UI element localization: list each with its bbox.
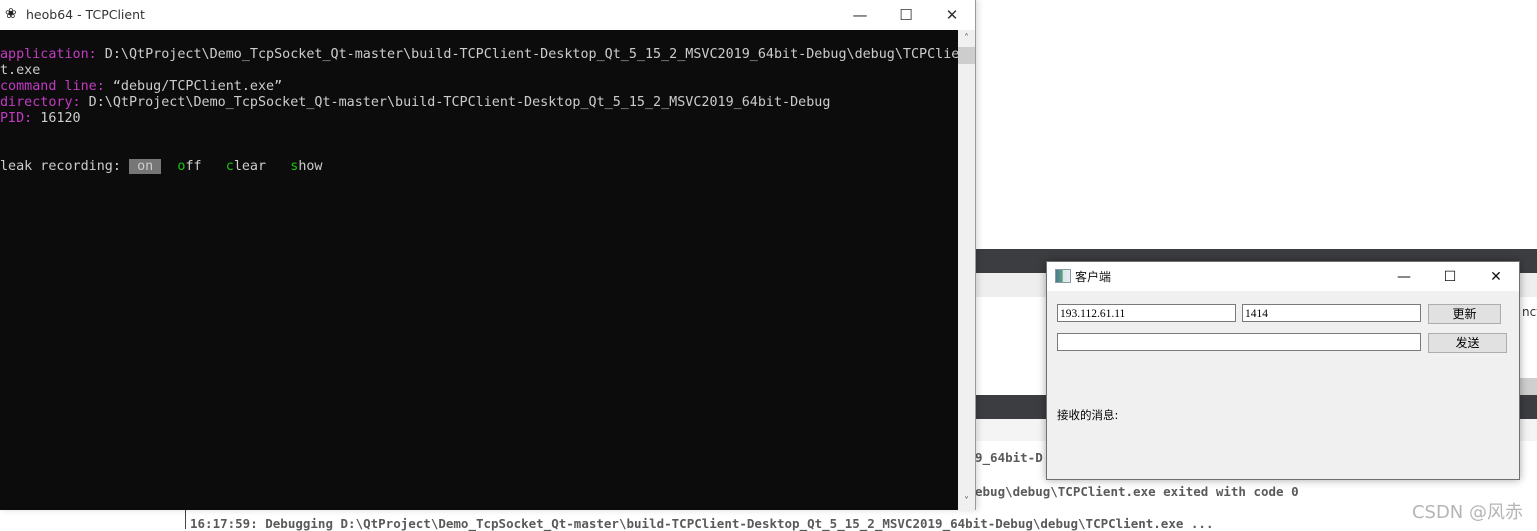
console-output: application: D:\QtProject\Demo_TcpSocket… — [0, 30, 958, 510]
update-button[interactable]: 更新 — [1428, 304, 1501, 324]
close-button[interactable]: ✕ — [929, 0, 975, 30]
client-titlebar[interactable]: 客户端 — ☐ ✕ — [1047, 262, 1519, 291]
client-minimize-button[interactable]: — — [1381, 262, 1427, 291]
leak-option-show[interactable]: show — [290, 159, 322, 174]
maximize-button[interactable]: ☐ — [883, 0, 929, 30]
pid-label: PID: — [0, 111, 33, 126]
ide-editor-area — [975, 0, 1537, 249]
pid-value: 16120 — [32, 111, 81, 126]
client-window: 客户端 — ☐ ✕ 193.112.61.11 1414 更新 发送 接收的消息… — [1046, 261, 1520, 480]
ide-scroll-fragment — [1520, 378, 1537, 395]
directory-value: D:\QtProject\Demo_TcpSocket_Qt-master\bu… — [80, 95, 831, 110]
leak-option-clear[interactable]: clear — [226, 159, 266, 174]
console-window: ❀ heob64 - TCPClient — ☐ ✕ application: … — [0, 0, 976, 510]
leak-option-off[interactable]: off — [177, 159, 201, 174]
received-messages-label: 接收的消息: — [1057, 408, 1119, 422]
application-line-wrap: t.exe — [0, 63, 41, 78]
watermark: CSDN @风赤 — [1411, 502, 1523, 523]
leak-option-on[interactable]: on — [129, 159, 162, 174]
application-line: application: D:\QtProject\Demo_TcpSocket… — [0, 47, 958, 63]
pid-line: PID: 16120 — [0, 111, 81, 127]
command-line-line: command line: “debug/TCPClient.exe” — [0, 79, 282, 95]
scroll-down-icon[interactable]: ˅ — [958, 493, 975, 510]
maximize-icon: ☐ — [1443, 268, 1457, 285]
scroll-up-icon[interactable]: ˄ — [958, 30, 975, 47]
scroll-thumb[interactable] — [958, 47, 975, 64]
app-window-icon — [1055, 269, 1071, 283]
ide-output-divider — [185, 509, 186, 529]
console-titlebar[interactable]: ❀ heob64 - TCPClient — ☐ ✕ — [0, 0, 975, 30]
command-line-value: “debug/TCPClient.exe” — [104, 79, 283, 94]
minimize-icon: — — [852, 6, 868, 24]
ip-address-input[interactable]: 193.112.61.11 — [1057, 304, 1236, 322]
client-close-button[interactable]: ✕ — [1473, 262, 1519, 291]
heob-logo-icon: ❀ — [5, 6, 17, 22]
close-icon: ✕ — [1490, 268, 1502, 285]
application-value: D:\QtProject\Demo_TcpSocket_Qt-master\bu… — [96, 47, 958, 62]
send-button[interactable]: 发送 — [1428, 333, 1507, 353]
console-title: heob64 - TCPClient — [26, 7, 145, 22]
port-input[interactable]: 1414 — [1242, 304, 1421, 322]
command-line-label: command line: — [0, 79, 105, 94]
application-label: application: — [0, 47, 97, 62]
client-maximize-button[interactable]: ☐ — [1427, 262, 1473, 291]
directory-line: directory: D:\QtProject\Demo_TcpSocket_Q… — [0, 95, 830, 111]
ide-side-text: nct — [1522, 305, 1537, 319]
ide-output-line: ebug\debug\TCPClient.exe exited with cod… — [975, 484, 1299, 499]
leak-recording-line: leak recording: on off clear show — [0, 159, 323, 175]
leak-recording-label: leak recording: — [0, 159, 129, 174]
close-icon: ✕ — [945, 6, 959, 24]
minimize-icon: — — [1397, 268, 1411, 285]
message-input[interactable] — [1057, 333, 1421, 351]
maximize-icon: ☐ — [899, 6, 913, 24]
directory-label: directory: — [0, 95, 81, 110]
client-title: 客户端 — [1075, 270, 1112, 284]
minimize-button[interactable]: — — [837, 0, 883, 30]
console-scrollbar[interactable]: ˄ ˅ — [958, 30, 975, 510]
ide-output-line: 9_64bit-D — [975, 450, 1043, 465]
